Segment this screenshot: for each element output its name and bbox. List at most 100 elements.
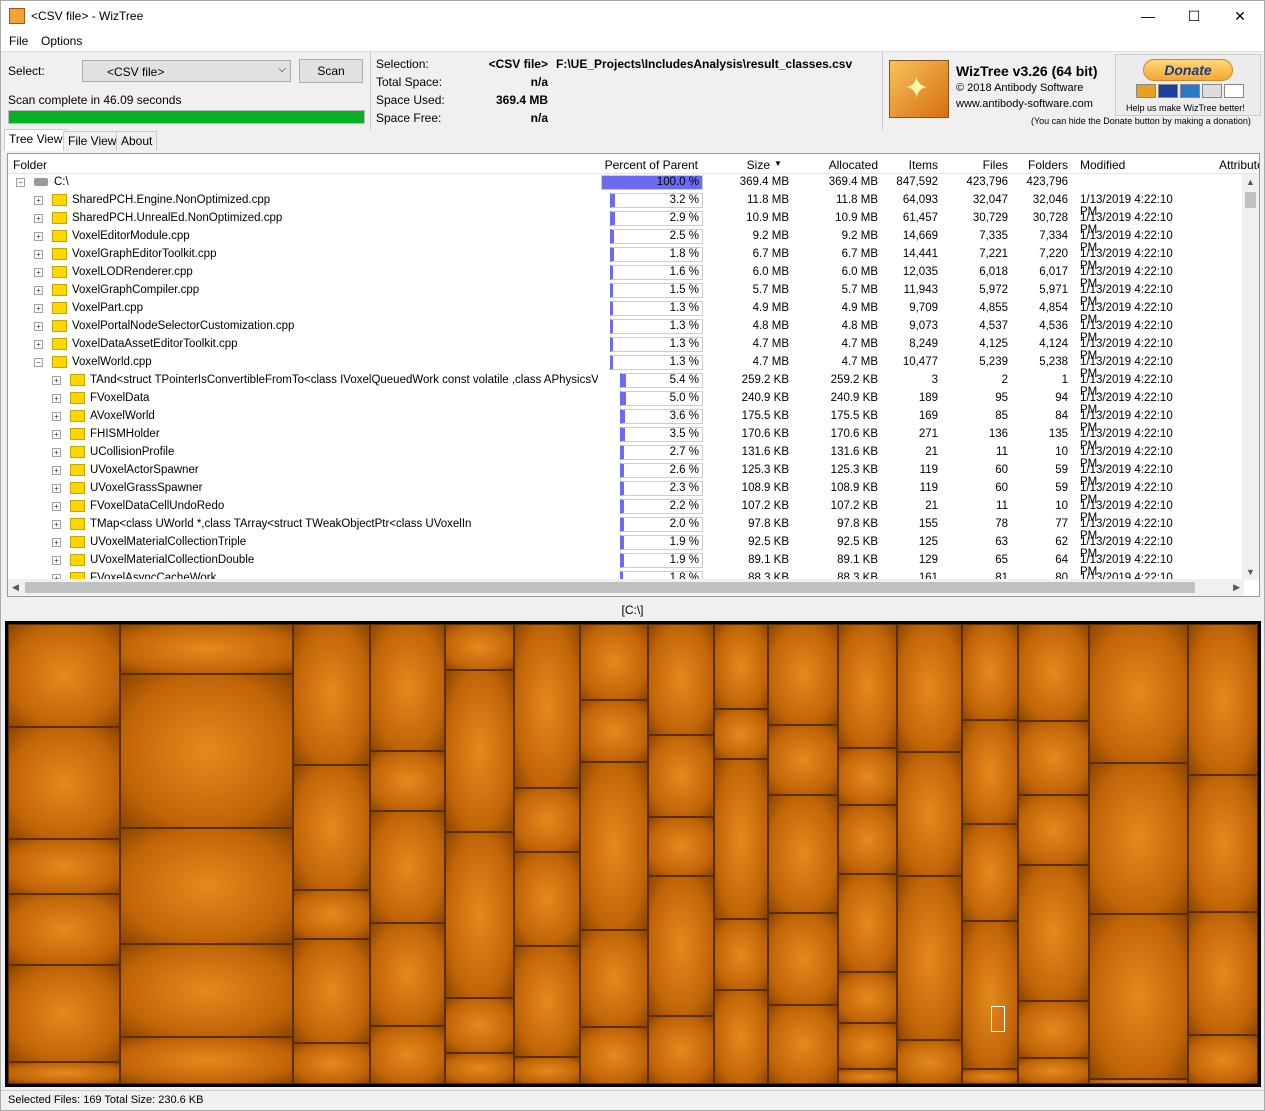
treemap-tile[interactable] — [1018, 1001, 1089, 1058]
expand-icon[interactable]: + — [52, 466, 61, 475]
treemap-tile[interactable] — [293, 624, 370, 765]
treemap-tile[interactable] — [768, 725, 838, 795]
expand-icon[interactable]: + — [52, 520, 61, 529]
scroll-down-icon[interactable]: ▼ — [1246, 567, 1255, 577]
treemap-tile[interactable] — [370, 624, 445, 751]
treemap-tile[interactable] — [838, 1069, 897, 1084]
expand-icon[interactable]: + — [52, 412, 61, 421]
tree-row[interactable]: + FVoxelData 5.0 % 240.9 KB 240.9 KB 189 95 94 1… — [8, 390, 1242, 416]
treemap-tile[interactable] — [293, 1043, 370, 1084]
tree-row[interactable]: + SharedPCH.Engine.NonOptimized.cpp 3.2 % 1… — [8, 192, 1242, 218]
treemap-tile[interactable] — [897, 1040, 962, 1084]
treemap-tile[interactable] — [580, 624, 648, 700]
treemap-tile[interactable] — [514, 788, 580, 852]
tree-row[interactable]: + VoxelPortalNodeSelectorCustomization.cp… — [8, 318, 1242, 344]
treemap-tile[interactable] — [1018, 721, 1089, 795]
expand-icon[interactable]: + — [52, 394, 61, 403]
treemap-tile[interactable] — [370, 1026, 445, 1084]
treemap-tile[interactable] — [897, 624, 962, 752]
treemap-tile[interactable] — [120, 624, 293, 674]
expand-icon[interactable]: + — [52, 538, 61, 547]
tree-row[interactable]: + VoxelGraphEditorToolkit.cpp 1.8 % 6.7 MB 6… — [8, 246, 1242, 272]
collapse-icon[interactable]: − — [34, 358, 43, 367]
tree-row[interactable]: + UVoxelGrassSpawner 2.3 % 108.9 KB 108.9 KB… — [8, 480, 1242, 506]
treemap-tile[interactable] — [648, 817, 714, 876]
expand-icon[interactable]: + — [52, 556, 61, 565]
treemap-tile[interactable] — [897, 876, 962, 1040]
treemap-tile[interactable] — [1089, 1079, 1188, 1084]
treemap-tile[interactable] — [838, 1023, 897, 1069]
treemap-tile[interactable] — [648, 1016, 714, 1084]
treemap-tile[interactable] — [1089, 763, 1188, 914]
tree-row[interactable]: + AVoxelWorld 3.6 % 175.5 KB 175.5 KB 169 85 84… — [8, 408, 1242, 434]
treemap-tile[interactable] — [768, 624, 838, 725]
expand-icon[interactable]: + — [34, 232, 43, 241]
tree-row[interactable]: − VoxelWorld.cpp 1.3 % 4.7 MB 4.7 MB 10,477 5,… — [8, 354, 1242, 380]
tab-tree-view[interactable]: Tree View — [4, 129, 68, 151]
treemap-tile[interactable] — [1188, 624, 1258, 775]
treemap-tile[interactable] — [1188, 1035, 1258, 1084]
treemap-tile[interactable] — [768, 913, 838, 1005]
treemap-tile[interactable] — [445, 1053, 514, 1084]
col-size[interactable]: Size — [708, 158, 770, 172]
treemap-tile[interactable] — [370, 811, 445, 923]
treemap-tile[interactable] — [1188, 775, 1258, 912]
treemap-tile[interactable] — [897, 752, 962, 876]
tree-row[interactable]: + VoxelEditorModule.cpp 2.5 % 9.2 MB 9.2 MB 1… — [8, 228, 1242, 254]
scan-button[interactable]: Scan — [299, 59, 363, 83]
treemap-tile[interactable] — [1188, 912, 1258, 1035]
treemap-tile[interactable] — [293, 939, 370, 1043]
treemap-tile[interactable] — [1018, 865, 1089, 1001]
treemap-tile[interactable] — [445, 670, 514, 832]
tab-file-view[interactable]: File View — [63, 131, 122, 151]
scroll-up-icon[interactable]: ▲ — [1246, 177, 1255, 187]
tree-row[interactable]: − C:\ 100.0 % 369.4 MB 369.4 MB 847,592 423,79… — [8, 174, 1242, 192]
expand-icon[interactable]: + — [34, 322, 43, 331]
treemap-tile[interactable] — [838, 624, 897, 748]
expand-icon[interactable]: + — [34, 304, 43, 313]
treemap-tile[interactable] — [838, 748, 897, 805]
treemap-tile[interactable] — [768, 1005, 838, 1084]
tab-about[interactable]: About — [116, 131, 158, 151]
horizontal-scrollbar[interactable]: ◀ ▶ — [8, 579, 1244, 596]
col-allocated[interactable]: Allocated — [798, 158, 878, 172]
treemap-tile[interactable] — [1018, 1058, 1089, 1084]
treemap[interactable] — [5, 621, 1261, 1087]
expand-icon[interactable]: + — [52, 376, 61, 385]
expand-icon[interactable]: + — [34, 250, 43, 259]
treemap-tile[interactable] — [580, 700, 648, 762]
treemap-tile[interactable] — [514, 852, 580, 946]
expand-icon[interactable]: + — [34, 286, 43, 295]
treemap-tile[interactable] — [1089, 624, 1188, 763]
treemap-tile[interactable] — [8, 727, 120, 839]
treemap-tile[interactable] — [1018, 624, 1089, 721]
expand-icon[interactable]: + — [52, 448, 61, 457]
scroll-right-icon[interactable]: ▶ — [1233, 582, 1240, 593]
collapse-icon[interactable]: − — [16, 178, 25, 187]
treemap-tile[interactable] — [838, 874, 897, 972]
vertical-scrollbar[interactable]: ▲ ▼ — [1242, 174, 1259, 580]
tree-row[interactable]: + TMap<class UWorld *,class TArray<struct… — [8, 516, 1242, 542]
scroll-left-icon[interactable]: ◀ — [12, 582, 19, 593]
treemap-tile[interactable] — [580, 762, 648, 930]
col-percent[interactable]: Percent of Parent — [604, 158, 698, 172]
website-link[interactable]: www.antibody-software.com — [956, 98, 1093, 110]
treemap-tile[interactable] — [962, 720, 1018, 824]
treemap-tile[interactable] — [648, 876, 714, 1016]
vscroll-thumb[interactable] — [1245, 192, 1256, 208]
treemap-tile[interactable] — [1018, 795, 1089, 865]
tree-row[interactable]: + TAnd<struct TPointerIsConvertibleFromTo… — [8, 372, 1242, 398]
col-folders[interactable]: Folders — [1013, 158, 1068, 172]
treemap-tile[interactable] — [580, 1027, 648, 1084]
treemap-tile[interactable] — [293, 765, 370, 890]
treemap-tile[interactable] — [838, 972, 897, 1023]
expand-icon[interactable]: + — [34, 340, 43, 349]
treemap-tile[interactable] — [962, 1069, 1018, 1084]
treemap-tile[interactable] — [293, 890, 370, 939]
tree-row[interactable]: + VoxelGraphCompiler.cpp 1.5 % 5.7 MB 5.7 MB… — [8, 282, 1242, 308]
treemap-tile[interactable] — [445, 624, 514, 670]
treemap-tile[interactable] — [714, 709, 768, 759]
treemap-tile[interactable] — [962, 921, 1018, 1069]
treemap-tile[interactable] — [8, 1062, 120, 1084]
treemap-tile[interactable] — [120, 674, 293, 828]
